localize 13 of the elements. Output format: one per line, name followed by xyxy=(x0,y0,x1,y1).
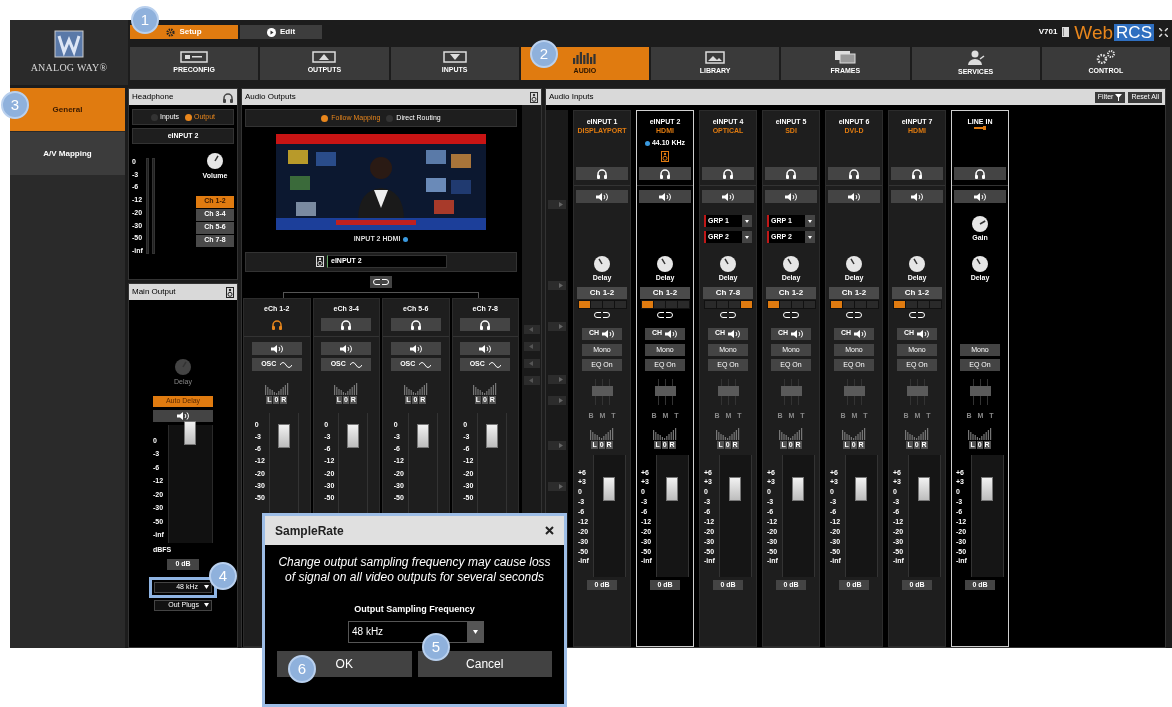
callout-tooltip: 1 xyxy=(131,6,159,34)
version-label: V701 xyxy=(1038,26,1058,38)
field-label: Output Sampling Frequency xyxy=(353,603,476,616)
panel-title: Audio Inputs xyxy=(549,91,594,103)
brand-rcs: RCS xyxy=(1114,23,1154,41)
callout-tooltip: 3 xyxy=(1,91,29,119)
dialog-message: Change output sampling frequency may cause loss of signal on all video outputs for several seconds xyxy=(277,555,552,585)
panel-title: Main Output xyxy=(132,286,176,298)
panel-title: Audio Outputs xyxy=(245,91,296,103)
logo-text: ANALOG WAY® xyxy=(30,61,108,75)
brand-web: Web xyxy=(1074,22,1114,42)
panel-title: Headphone xyxy=(132,91,174,103)
dialog-title: SampleRate xyxy=(275,522,344,540)
